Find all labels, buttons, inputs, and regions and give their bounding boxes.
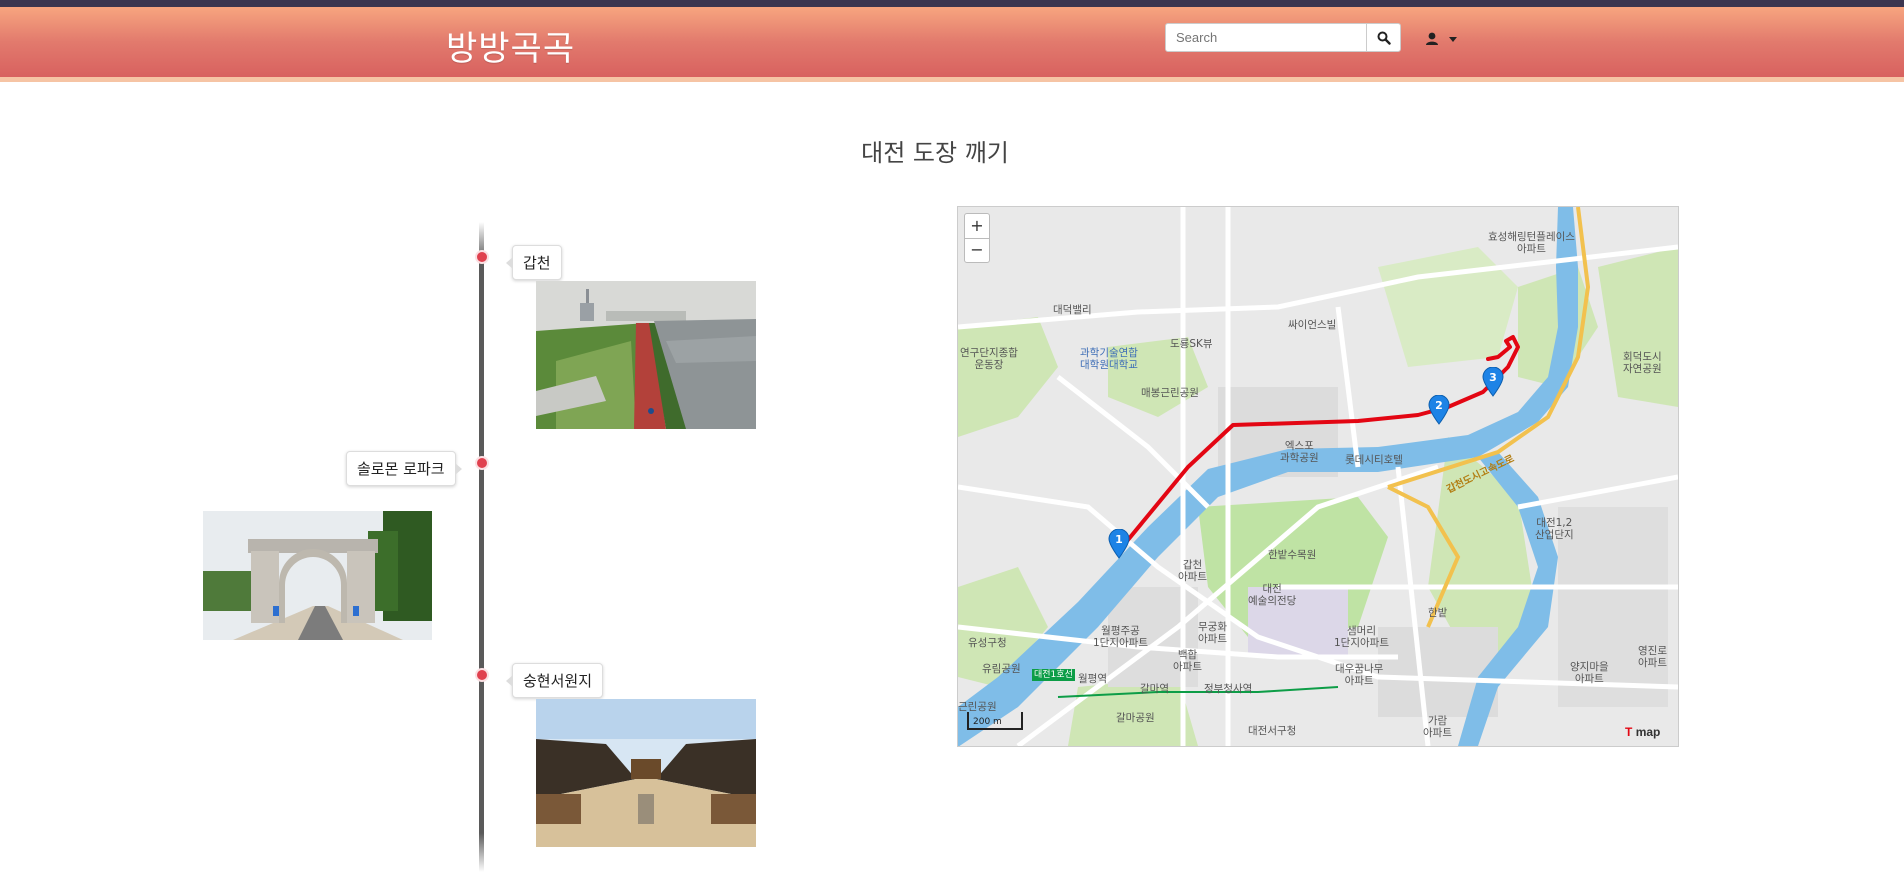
map-label: 대덕밸리 xyxy=(1053,304,1092,316)
map-label: 과학기술연합 대학원대학교 xyxy=(1080,347,1138,371)
map-label: 대전 예술의전당 xyxy=(1248,583,1297,607)
timeline-dot xyxy=(475,456,489,470)
map-label: 대우꿈나무 아파트 xyxy=(1335,663,1384,687)
search-button[interactable] xyxy=(1366,23,1401,52)
caret-down-icon xyxy=(1449,36,1457,42)
map-label: 효성해링턴플레이스 아파트 xyxy=(1488,231,1575,255)
map-zoom-control: + − xyxy=(964,213,990,263)
map-label: 한밭 xyxy=(1428,607,1448,619)
user-icon xyxy=(1426,32,1438,45)
timeline-label-sunghyeon-seowon[interactable]: 숭현서원지 xyxy=(505,663,604,698)
map-label: 유림공원 xyxy=(982,663,1021,675)
navbar: 방방곡곡 xyxy=(0,7,1904,82)
map-logo-mark: T xyxy=(1625,725,1633,739)
map-label: 엑스포 과학공원 xyxy=(1280,440,1319,464)
route-map[interactable]: 효성해링턴플레이스 아파트 대덕밸리 싸이언스빌 연구단지종합 운동장 과학기술연합… xyxy=(957,206,1679,747)
map-marker-1[interactable]: 1 xyxy=(1108,528,1130,559)
sunghyeon-seowon-photo[interactable] xyxy=(536,699,756,847)
map-label: 대전1호선 xyxy=(1032,669,1075,681)
map-label: 한밭수목원 xyxy=(1268,549,1317,561)
map-label: 연구단지종합 운동장 xyxy=(960,347,1018,371)
map-label: 도룡SK뷰 xyxy=(1170,338,1213,350)
timeline-label-solomon-lawpark[interactable]: 솔로몬 로파크 xyxy=(346,451,462,486)
zoom-out-button[interactable]: − xyxy=(965,238,989,262)
solomon-lawpark-photo[interactable] xyxy=(203,511,432,640)
page-title: 대전 도장 깨기 xyxy=(861,139,1009,167)
map-label: 싸이언스빌 xyxy=(1288,319,1337,331)
map-label: 갑천 아파트 xyxy=(1178,559,1207,583)
map-label: 월평주공 1단지아파트 xyxy=(1093,625,1148,649)
map-scale-text: 200 m xyxy=(973,717,1002,727)
map-label: 가람 아파트 xyxy=(1423,715,1452,739)
map-label: 영진로 아파트 xyxy=(1638,645,1667,669)
map-label: 유성구청 xyxy=(968,637,1007,649)
brand-logo[interactable]: 방방곡곡 xyxy=(446,21,575,70)
map-label: 샘머리 1단지아파트 xyxy=(1334,625,1389,649)
map-label: 무궁화 아파트 xyxy=(1198,621,1227,645)
timeline-dot xyxy=(475,250,489,264)
map-marker-2[interactable]: 2 xyxy=(1428,394,1450,425)
map-label: 월평역 xyxy=(1078,673,1107,685)
timeline-line xyxy=(479,222,484,872)
map-label: 양지마을 아파트 xyxy=(1570,661,1609,685)
map-label: 대전서구청 xyxy=(1248,725,1297,737)
map-label: 대전1,2 산업단지 xyxy=(1535,517,1574,541)
map-label: 정부청사역 xyxy=(1204,683,1253,695)
map-label: 매봉근린공원 xyxy=(1141,387,1199,399)
map-label: 롯데시티호텔 xyxy=(1345,454,1403,466)
map-logo-text: map xyxy=(1635,725,1661,739)
search-input[interactable] xyxy=(1165,23,1368,52)
map-label: 갈마역 xyxy=(1140,683,1169,695)
map-label: 백합 아파트 xyxy=(1173,649,1202,673)
map-marker-3[interactable]: 3 xyxy=(1482,366,1504,397)
timeline-label-gapcheon[interactable]: 갑천 xyxy=(506,245,562,280)
map-provider-logo: T map xyxy=(1625,725,1660,739)
timeline-dot xyxy=(475,668,489,682)
zoom-in-button[interactable]: + xyxy=(965,214,989,239)
map-label: 갈마공원 xyxy=(1116,712,1155,724)
user-menu-dropdown[interactable] xyxy=(1425,28,1475,50)
gapcheon-photo[interactable] xyxy=(536,281,756,429)
top-strip xyxy=(0,0,1904,7)
search-icon xyxy=(1377,31,1391,45)
map-label: 회덕도시 자연공원 xyxy=(1623,351,1662,375)
